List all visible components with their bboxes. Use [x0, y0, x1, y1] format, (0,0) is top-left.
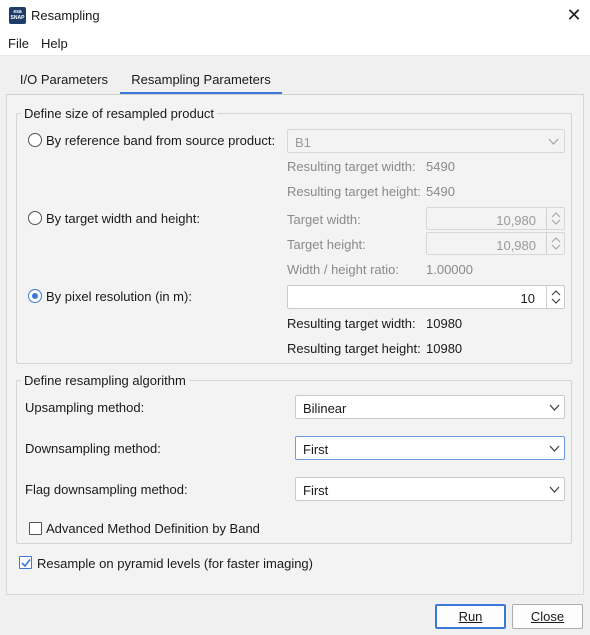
- downsampling-select[interactable]: First: [295, 436, 565, 460]
- pyramid-checkbox[interactable]: [19, 556, 32, 569]
- pixel-width-value: 10980: [426, 316, 463, 331]
- pixel-res-value: 10: [520, 291, 535, 306]
- ref-band-select[interactable]: B1: [287, 129, 565, 153]
- spinner-arrows[interactable]: [546, 286, 564, 308]
- size-group-title: Define size of resampled product: [21, 106, 218, 121]
- flag-downsampling-select[interactable]: First: [295, 477, 565, 501]
- advanced-label: Advanced Method Definition by Band: [46, 521, 260, 536]
- ref-width-value: 5490: [426, 159, 455, 174]
- algo-group-title: Define resampling algorithm: [21, 373, 189, 388]
- spinner-updown-icon: [551, 212, 561, 225]
- advanced-checkbox[interactable]: [29, 522, 42, 535]
- run-button[interactable]: Run: [435, 604, 506, 629]
- menu-bar: [0, 32, 590, 56]
- close-button[interactable]: Close: [512, 604, 583, 629]
- menu-help[interactable]: Help: [41, 36, 68, 51]
- ref-height-label: Resulting target height:: [287, 184, 421, 199]
- spinner-arrows[interactable]: [546, 233, 564, 254]
- upsampling-label: Upsampling method:: [25, 400, 145, 415]
- pyramid-label: Resample on pyramid levels (for faster i…: [37, 556, 313, 571]
- upsampling-select[interactable]: Bilinear: [295, 395, 565, 419]
- chevron-down-icon: [549, 486, 560, 493]
- target-width-label: Target width:: [287, 212, 361, 227]
- target-width-value: 10,980: [496, 213, 536, 228]
- target-height-spinner[interactable]: 10,980: [426, 232, 565, 255]
- downsampling-label: Downsampling method:: [25, 441, 161, 456]
- close-window-icon[interactable]: ✕: [560, 2, 588, 30]
- ref-height-value: 5490: [426, 184, 455, 199]
- checkmark-icon: [21, 559, 31, 568]
- active-tab-indicator: [120, 92, 282, 94]
- target-height-value: 10,980: [496, 238, 536, 253]
- ratio-label: Width / height ratio:: [287, 262, 399, 277]
- pixel-res-label: By pixel resolution (in m):: [46, 289, 192, 304]
- spinner-updown-icon: [551, 237, 561, 250]
- spinner-updown-icon: [551, 290, 561, 304]
- target-wh-label: By target width and height:: [46, 211, 200, 226]
- flag-downsampling-label: Flag downsampling method:: [25, 482, 188, 497]
- close-button-label: Close: [530, 609, 565, 624]
- ref-width-label: Resulting target width:: [287, 159, 416, 174]
- flag-downsampling-value: First: [303, 483, 329, 498]
- ref-band-label: By reference band from source product:: [46, 133, 276, 148]
- pixel-res-radio[interactable]: [28, 289, 42, 303]
- ref-band-value: B1: [295, 135, 311, 150]
- menu-file[interactable]: File: [8, 36, 29, 51]
- run-button-label: Run: [458, 609, 483, 624]
- downsampling-value: First: [303, 442, 329, 457]
- target-width-spinner[interactable]: 10,980: [426, 207, 565, 230]
- ratio-value: 1.00000: [426, 262, 473, 277]
- pixel-height-value: 10980: [426, 341, 463, 356]
- chevron-down-icon: [549, 445, 560, 452]
- target-wh-radio[interactable]: [28, 211, 42, 225]
- chevron-down-icon: [548, 138, 559, 145]
- pixel-res-spinner[interactable]: 10: [287, 285, 565, 309]
- window-title: Resampling: [31, 8, 100, 23]
- pixel-width-label: Resulting target width:: [287, 316, 416, 331]
- tab-io-parameters[interactable]: I/O Parameters: [8, 66, 120, 94]
- target-height-label: Target height:: [287, 237, 366, 252]
- spinner-arrows[interactable]: [546, 208, 564, 229]
- upsampling-value: Bilinear: [303, 401, 347, 416]
- ref-band-radio[interactable]: [28, 133, 42, 147]
- tab-resampling-parameters[interactable]: Resampling Parameters: [120, 66, 282, 94]
- snap-app-icon: esa SNAP: [9, 7, 26, 24]
- pixel-height-label: Resulting target height:: [287, 341, 421, 356]
- chevron-down-icon: [549, 404, 560, 411]
